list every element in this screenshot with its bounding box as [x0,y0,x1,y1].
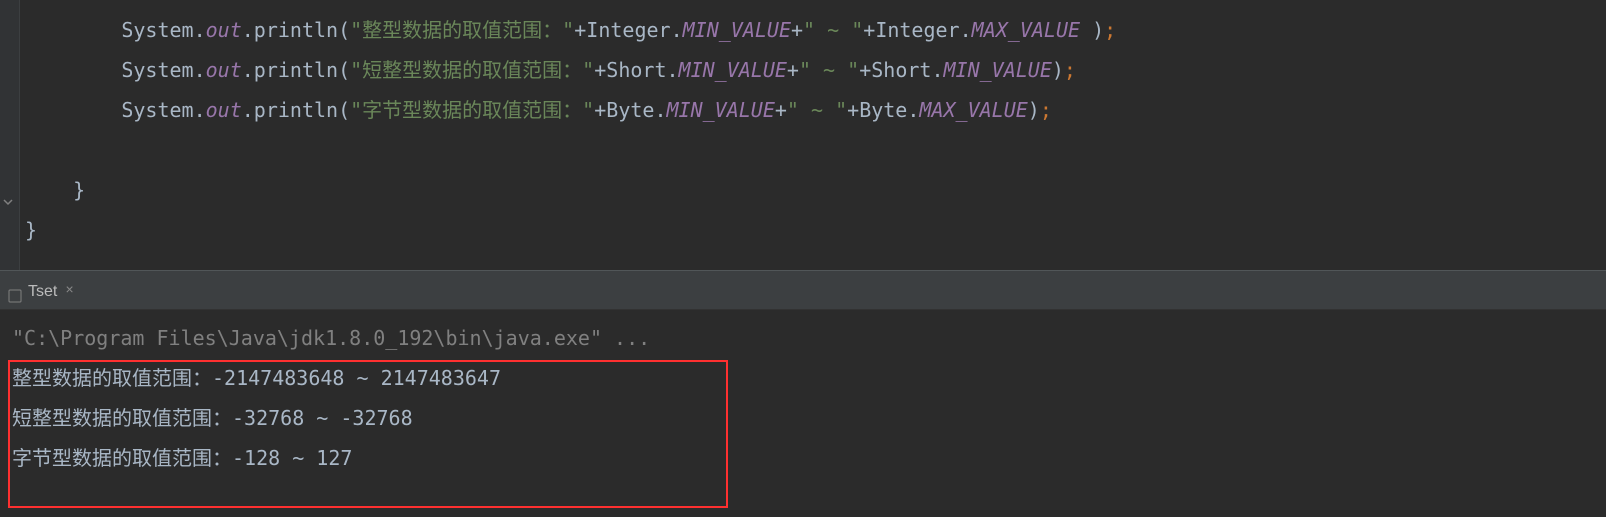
code-line-3: System.out.println("字节型数据的取值范围："+Byte.MI… [25,90,1606,130]
close-brace-2: } [25,210,1606,250]
output-line-3: 字节型数据的取值范围：-128 ~ 127 [12,438,1594,478]
jdk-path-line: "C:\Program Files\Java\jdk1.8.0_192\bin\… [12,318,1594,358]
console-tab-bar: Tset × [0,274,1606,310]
console-tab-label[interactable]: Tset [28,279,57,305]
tab-close-button[interactable]: × [65,280,73,302]
blank-line [25,130,1606,170]
output-line-2: 短整型数据的取值范围：-32768 ~ -32768 [12,398,1594,438]
output-line-1: 整型数据的取值范围：-2147483648 ~ 2147483647 [12,358,1594,398]
editor-gutter [0,0,20,270]
run-config-icon [8,285,22,299]
code-content[interactable]: System.out.println("整型数据的取值范围："+Integer.… [0,10,1606,250]
fold-marker-icon[interactable] [2,196,16,210]
code-line-2: System.out.println("短整型数据的取值范围："+Short.M… [25,50,1606,90]
code-line-1: System.out.println("整型数据的取值范围："+Integer.… [25,10,1606,50]
close-brace-1: } [25,170,1606,210]
console-output[interactable]: "C:\Program Files\Java\jdk1.8.0_192\bin\… [0,310,1606,492]
code-editor[interactable]: System.out.println("整型数据的取值范围："+Integer.… [0,0,1606,270]
